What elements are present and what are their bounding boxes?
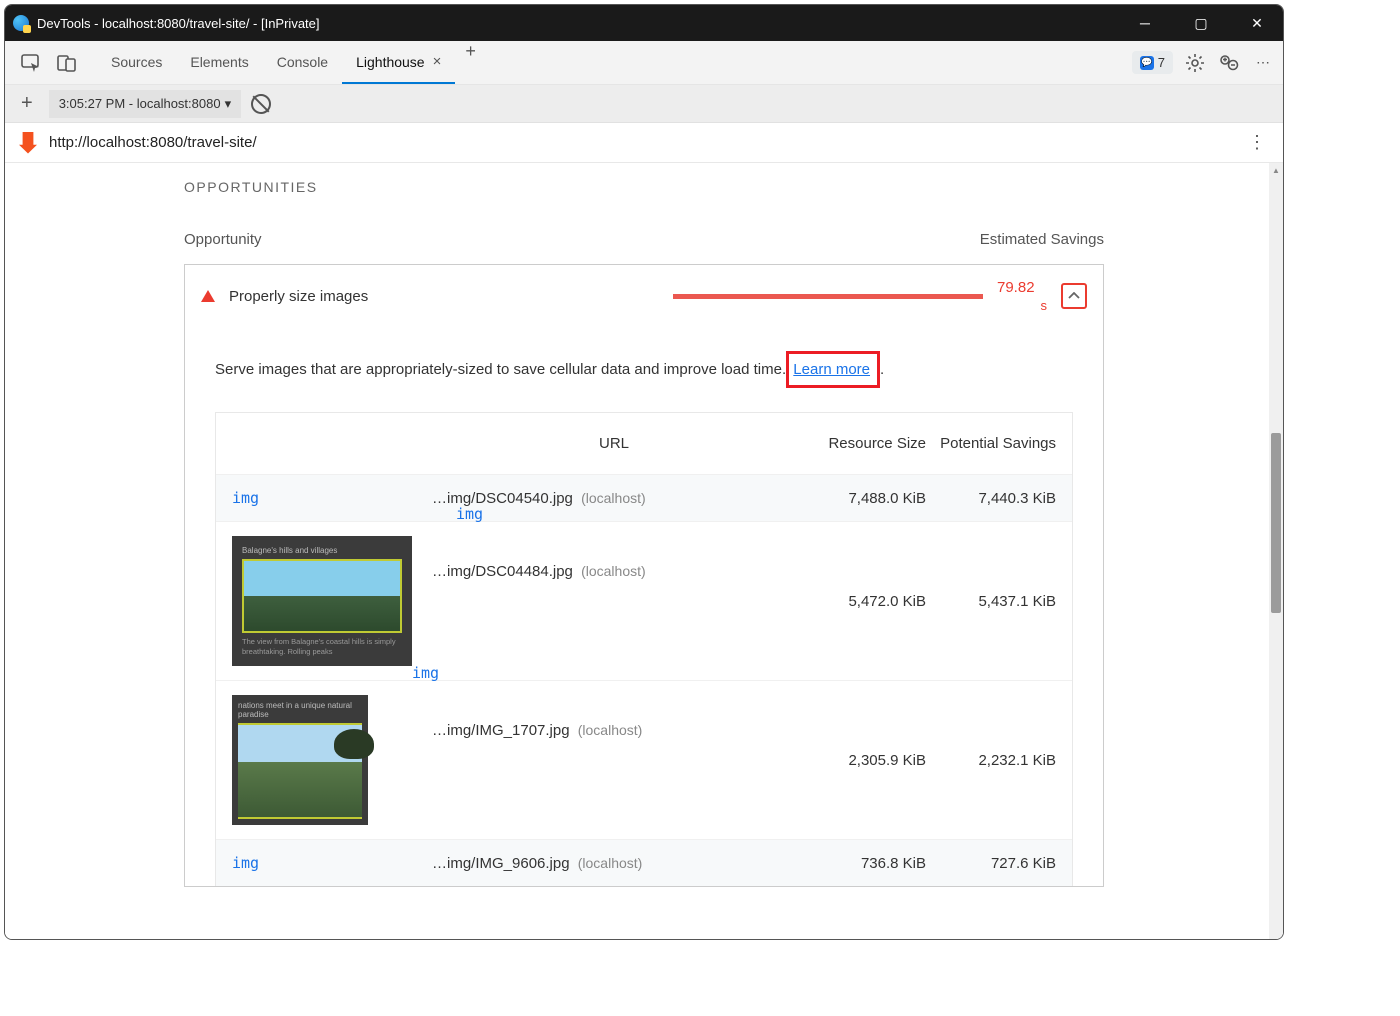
add-tab-button[interactable]: + [455,41,486,84]
img-tag[interactable]: img [456,505,796,523]
close-button[interactable]: ✕ [1239,15,1275,32]
opportunity-card: Properly size images 79.82 s Serve image… [184,264,1104,887]
issues-badge[interactable]: 💬 7 [1132,51,1173,74]
thumb-photo [238,723,362,819]
devtools-tabbar: Sources Elements Console Lighthouse × + … [5,41,1283,85]
row-url: …img/IMG_9606.jpg (localhost) [432,855,796,872]
opportunities-columns: Opportunity Estimated Savings [184,231,1104,248]
savings-unit: s [997,298,1047,313]
images-table: URL Resource Size Potential Savings img … [215,412,1073,886]
table-row: img …img/IMG_9606.jpg (localhost) 736.8 … [216,839,1072,886]
col-opportunity-label: Opportunity [184,231,262,248]
opportunity-detail: Serve images that are appropriately-size… [185,327,1103,886]
vertical-scrollbar[interactable]: ▲ [1269,163,1283,939]
tab-elements[interactable]: Elements [176,41,262,84]
row-savings: 5,437.1 KiB [926,593,1056,610]
tab-lighthouse[interactable]: Lighthouse × [342,41,455,84]
window-title: DevTools - localhost:8080/travel-site/ -… [37,16,320,31]
opportunity-description: Serve images that are appropriately-size… [215,351,1073,388]
row-savings: 2,232.1 KiB [926,752,1056,769]
element-picker-icon[interactable] [13,48,49,78]
head-resource-size: Resource Size [796,435,926,452]
head-potential-savings: Potential Savings [926,435,1056,452]
row-savings: 7,440.3 KiB [926,490,1056,507]
image-thumbnail: Balagne's hills and villages The view fr… [232,536,412,666]
report-content: OPPORTUNITIES Opportunity Estimated Savi… [5,163,1283,939]
savings-value: 79.82 [997,279,1035,296]
scroll-up-arrow-icon[interactable]: ▲ [1272,166,1280,175]
issues-dot-icon: 💬 [1140,56,1154,70]
scrollbar-thumb[interactable] [1271,433,1281,613]
row-url: …img/DSC04540.jpg (localhost) [432,490,796,507]
savings-value-block: 79.82 s [997,279,1047,313]
app-favicon-icon [13,15,29,31]
dropdown-arrow-icon: ▾ [225,96,232,112]
device-toggle-icon[interactable] [49,48,85,78]
report-menu-icon[interactable]: ⋮ [1245,132,1269,153]
fail-triangle-icon [201,290,215,302]
opportunity-header-row[interactable]: Properly size images 79.82 s [185,265,1103,327]
audited-url: http://localhost:8080/travel-site/ [49,134,1233,151]
new-report-button[interactable]: + [15,92,39,115]
lighthouse-toolbar: + 3:05:27 PM - localhost:8080 ▾ [5,85,1283,123]
img-tag[interactable]: img [232,489,259,507]
window-controls: ─ ▢ ✕ [1127,15,1275,32]
opportunity-title: Properly size images [229,288,368,305]
close-tab-icon[interactable]: × [433,53,442,70]
table-row: nations meet in a unique natural paradis… [216,680,1072,839]
row-size: 736.8 KiB [796,855,926,872]
collapse-chevron-icon[interactable] [1061,283,1087,309]
issues-count: 7 [1158,55,1165,70]
maximize-button[interactable]: ▢ [1183,15,1219,32]
devtools-window: DevTools - localhost:8080/travel-site/ -… [4,4,1284,940]
col-savings-label: Estimated Savings [980,231,1104,248]
table-header: URL Resource Size Potential Savings [216,413,1072,474]
tab-sources[interactable]: Sources [97,41,176,84]
opportunities-heading: OPPORTUNITIES [184,179,1104,195]
image-thumbnail: nations meet in a unique natural paradis… [232,695,368,825]
settings-icon[interactable] [1183,51,1207,75]
feedback-icon[interactable] [1217,51,1241,75]
clear-reports-icon[interactable] [251,94,271,114]
more-menu-icon[interactable]: ⋯ [1251,51,1275,75]
img-tag[interactable]: img [412,664,796,682]
report-selector-dropdown[interactable]: 3:05:27 PM - localhost:8080 ▾ [49,90,241,118]
learn-more-link[interactable]: Learn more [786,351,880,388]
tabbar-right-controls: 💬 7 ⋯ [1132,51,1275,75]
savings-bar [673,294,983,299]
row-size: 5,472.0 KiB [796,593,926,610]
head-url: URL [432,435,796,452]
panel-tabs: Sources Elements Console Lighthouse × + [97,41,486,84]
thumb-photo [242,559,402,633]
row-size: 2,305.9 KiB [796,752,926,769]
lighthouse-logo-icon [19,132,37,154]
audit-url-bar: http://localhost:8080/travel-site/ ⋮ [5,123,1283,163]
table-row: Balagne's hills and villages The view fr… [216,521,1072,680]
row-size: 7,488.0 KiB [796,490,926,507]
minimize-button[interactable]: ─ [1127,15,1163,32]
tab-console[interactable]: Console [263,41,342,84]
img-tag[interactable]: img [232,854,259,872]
row-savings: 727.6 KiB [926,855,1056,872]
window-titlebar: DevTools - localhost:8080/travel-site/ -… [5,5,1283,41]
